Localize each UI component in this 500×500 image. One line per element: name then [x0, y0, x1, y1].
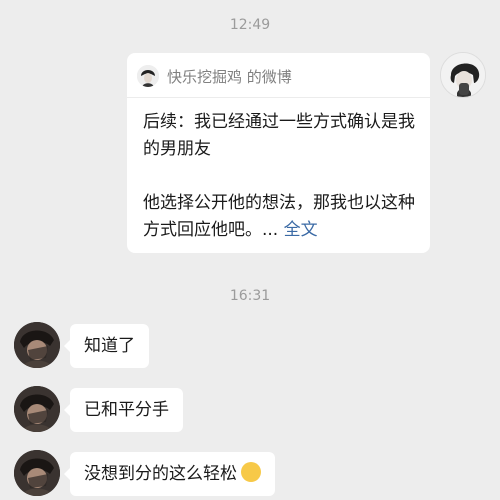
post-source: 快乐挖掘鸡 的微博: [137, 63, 292, 89]
laughing-emoji-icon: [241, 462, 261, 482]
avatar[interactable]: [14, 322, 60, 368]
avatar[interactable]: [14, 386, 60, 432]
message-bubble[interactable]: 知道了: [64, 324, 149, 368]
user-portrait-icon: [137, 65, 159, 87]
message-bubble[interactable]: 已和平分手: [64, 388, 183, 432]
user-portrait-icon: [14, 450, 60, 496]
post-text-line: 他选择公开他的想法，那我也以这种方式回应他吧。... 全文: [143, 190, 418, 244]
timestamp: 12:49: [229, 17, 271, 33]
user-portrait-icon: [14, 386, 60, 432]
avatar[interactable]: [14, 450, 60, 496]
source-avatar: [137, 65, 159, 87]
user-portrait-icon: [14, 322, 60, 368]
divider: [127, 97, 430, 98]
message-text: 没想到分的这么轻松: [84, 464, 237, 484]
post-excerpt: 后续：我已经通过一些方式确认是我的男朋友 他选择公开他的想法，那我也以这种方式回…: [143, 109, 418, 244]
post-text-line: 后续：我已经通过一些方式确认是我的男朋友: [143, 112, 415, 159]
timestamp: 16:31: [229, 288, 271, 304]
full-text-link[interactable]: 全文: [284, 220, 318, 240]
user-portrait-icon: [441, 53, 485, 97]
message-bubble[interactable]: 没想到分的这么轻松: [64, 452, 275, 496]
avatar[interactable]: [440, 52, 486, 98]
shared-post-card[interactable]: 快乐挖掘鸡 的微博 后续：我已经通过一些方式确认是我的男朋友 他选择公开他的想法…: [127, 53, 430, 253]
post-text: 他选择公开他的想法，那我也以这种方式回应他吧。...: [143, 193, 415, 240]
source-name: 快乐挖掘鸡 的微博: [167, 67, 292, 86]
